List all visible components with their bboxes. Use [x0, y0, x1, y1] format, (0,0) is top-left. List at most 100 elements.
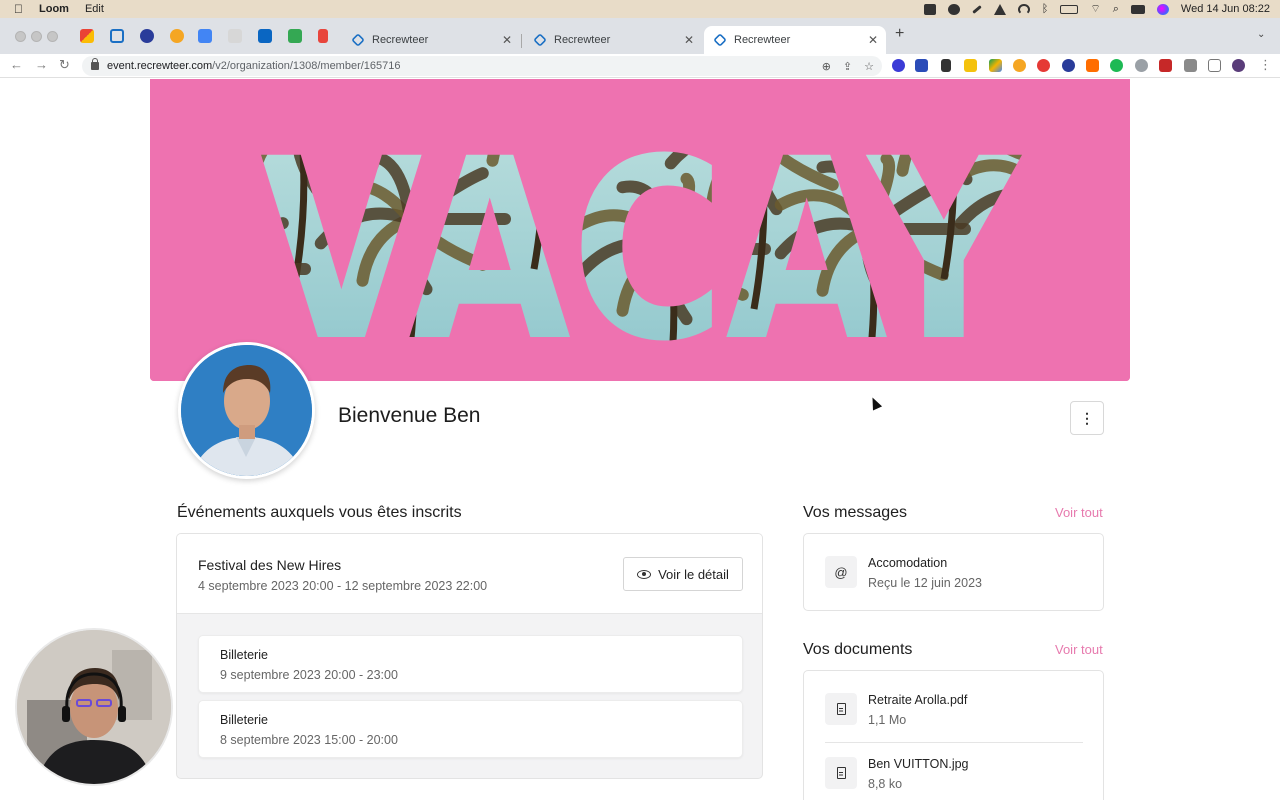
headphones-icon[interactable]	[1017, 3, 1030, 15]
extension-pen-icon[interactable]	[941, 59, 951, 72]
mouse-cursor	[867, 395, 883, 411]
pinned-tab-meet-icon[interactable]	[288, 29, 302, 43]
tab-search-chevron-icon[interactable]: ⌄	[1257, 29, 1265, 40]
window-zoom-button[interactable]	[47, 31, 58, 42]
gear-icon[interactable]	[947, 3, 960, 15]
events-card: Festival des New Hires 4 septembre 2023 …	[176, 533, 763, 779]
window-minimize-button[interactable]	[31, 31, 42, 42]
bluetooth-icon[interactable]: ᛒ	[1042, 3, 1049, 15]
status-app-icon[interactable]	[923, 3, 936, 15]
pinned-tab-app-icon[interactable]	[140, 29, 154, 43]
document-icon	[825, 757, 857, 789]
document-item[interactable]: Retraite Arolla.pdf 1,1 Mo	[804, 671, 1103, 741]
browser-toolbar: ← → ↻ event.recrewteer.com/v2/organizati…	[0, 54, 1280, 78]
tab-recrewteer-1[interactable]: Recrewteer ✕	[342, 26, 520, 54]
event-dates: 4 septembre 2023 20:00 - 12 septembre 20…	[198, 579, 488, 593]
pinned-tab-gmail-icon[interactable]	[80, 29, 94, 43]
forward-arrow-icon[interactable]: →	[35, 57, 48, 72]
apple-icon[interactable]: 	[14, 2, 23, 16]
extension-orange-icon[interactable]	[1086, 59, 1099, 72]
recrewteer-favicon-icon	[713, 33, 727, 47]
recrewteer-favicon-icon	[533, 33, 547, 47]
vacay-cover-image: VACAY	[150, 79, 1130, 381]
pinned-tab-chrome-icon[interactable]	[170, 29, 184, 43]
url-host: event.recrewteer.com	[107, 60, 213, 72]
ticket-item[interactable]: Billeterie 8 septembre 2023 15:00 - 20:0…	[198, 700, 743, 758]
address-bar[interactable]: event.recrewteer.com/v2/organization/130…	[82, 56, 882, 76]
extension-red-icon[interactable]	[1037, 59, 1050, 72]
macos-menubar:  Loom Edit ᛒ ⌔ ⌕ Wed 14 Jun 08:22	[0, 0, 1280, 18]
pen-icon[interactable]	[971, 4, 982, 14]
extension-pdf-icon[interactable]	[1159, 59, 1172, 72]
loom-webcam-bubble[interactable]	[17, 630, 171, 784]
welcome-title: Bienvenue Ben	[338, 404, 481, 427]
search-icon[interactable]: ⌕	[1113, 3, 1119, 16]
ticket-item[interactable]: Billeterie 9 septembre 2023 20:00 - 23:0…	[198, 635, 743, 693]
ticket-date: 8 septembre 2023 15:00 - 20:00	[220, 733, 398, 747]
window-close-button[interactable]	[15, 31, 26, 42]
tab-recrewteer-2[interactable]: Recrewteer ✕	[524, 26, 702, 54]
extensions-puzzle-icon[interactable]	[1184, 59, 1197, 72]
view-detail-label: Voir le détail	[658, 566, 729, 582]
extension-s-icon[interactable]	[915, 59, 928, 72]
close-icon[interactable]: ✕	[502, 33, 512, 47]
page-content: VACAY Bie	[0, 79, 1280, 800]
document-item[interactable]: Ben VUITTON.jpg 8,8 ko	[804, 743, 1103, 800]
messages-see-all-link[interactable]: Voir tout	[1055, 505, 1103, 520]
pinned-tab-tool-icon[interactable]	[318, 29, 328, 43]
ticket-date: 9 septembre 2023 20:00 - 23:00	[220, 668, 398, 682]
profile-avatar[interactable]	[178, 342, 315, 479]
document-size: 1,1 Mo	[868, 713, 907, 727]
reload-icon[interactable]: ↻	[59, 57, 70, 73]
at-icon: @	[825, 556, 857, 588]
battery-icon[interactable]	[1060, 4, 1079, 14]
tab-recrewteer-active[interactable]: Recrewteer ✕	[704, 26, 886, 54]
document-size: 8,8 ko	[868, 777, 903, 791]
profile-photo-illustration	[181, 345, 312, 476]
extension-circle-icon[interactable]	[1013, 59, 1026, 72]
profile-photo	[181, 345, 312, 476]
close-icon[interactable]: ✕	[868, 33, 878, 47]
documents-see-all-link[interactable]: Voir tout	[1055, 642, 1103, 657]
wifi-icon[interactable]: ⌔	[1090, 2, 1100, 16]
eye-icon	[637, 569, 652, 579]
bookmark-star-icon[interactable]: ☆	[864, 60, 874, 73]
siri-icon[interactable]	[1156, 3, 1169, 15]
pinned-tab-linkedin-icon[interactable]	[258, 29, 272, 43]
pinned-tab-recrewteer-icon[interactable]	[110, 29, 124, 43]
drive-icon[interactable]	[993, 3, 1006, 15]
more-options-button[interactable]: ⋮	[1070, 401, 1104, 435]
pinned-tab-mail-icon[interactable]	[228, 29, 242, 43]
menubar-edit[interactable]: Edit	[85, 3, 104, 15]
extension-blue-icon[interactable]	[1062, 59, 1075, 72]
profile-avatar-icon[interactable]	[1232, 59, 1245, 72]
view-detail-button[interactable]: Voir le détail	[623, 557, 743, 591]
vertical-dots-icon: ⋮	[1080, 409, 1094, 426]
share-icon[interactable]: ⇪	[843, 60, 852, 73]
back-arrow-icon[interactable]: ←	[10, 57, 23, 72]
message-item[interactable]: @ Accomodation Reçu le 12 juin 2023	[804, 534, 1103, 610]
webcam-person-illustration	[17, 630, 171, 784]
documents-section-title: Vos documents	[803, 641, 913, 658]
control-center-icon[interactable]	[1130, 4, 1145, 14]
lock-icon[interactable]	[91, 58, 99, 70]
close-icon[interactable]: ✕	[684, 33, 694, 47]
url-path: /v2/organization/1308/member/165716	[212, 60, 401, 72]
ticket-title: Billeterie	[220, 648, 268, 662]
tab-title: Recrewteer	[554, 34, 611, 46]
menubar-app-name[interactable]: Loom	[39, 3, 69, 15]
extension-grey-icon[interactable]	[1135, 59, 1148, 72]
extension-note-icon[interactable]	[964, 59, 977, 72]
menubar-clock[interactable]: Wed 14 Jun 08:22	[1181, 3, 1270, 15]
extension-1-icon[interactable]	[892, 59, 905, 72]
event-name: Festival des New Hires	[198, 557, 342, 573]
document-icon	[825, 693, 857, 725]
extension-green-icon[interactable]	[1110, 59, 1123, 72]
pinned-tab-calendar-icon[interactable]	[198, 29, 212, 43]
browser-menu-icon[interactable]: ⋮	[1259, 57, 1272, 73]
zoom-icon[interactable]: ⊕	[822, 60, 831, 73]
google-drive-icon[interactable]	[989, 59, 1002, 72]
new-tab-plus-icon[interactable]: +	[895, 25, 904, 43]
menubar-status-area: ᛒ ⌔ ⌕ Wed 14 Jun 08:22	[923, 2, 1280, 16]
side-panel-icon[interactable]	[1208, 59, 1221, 72]
